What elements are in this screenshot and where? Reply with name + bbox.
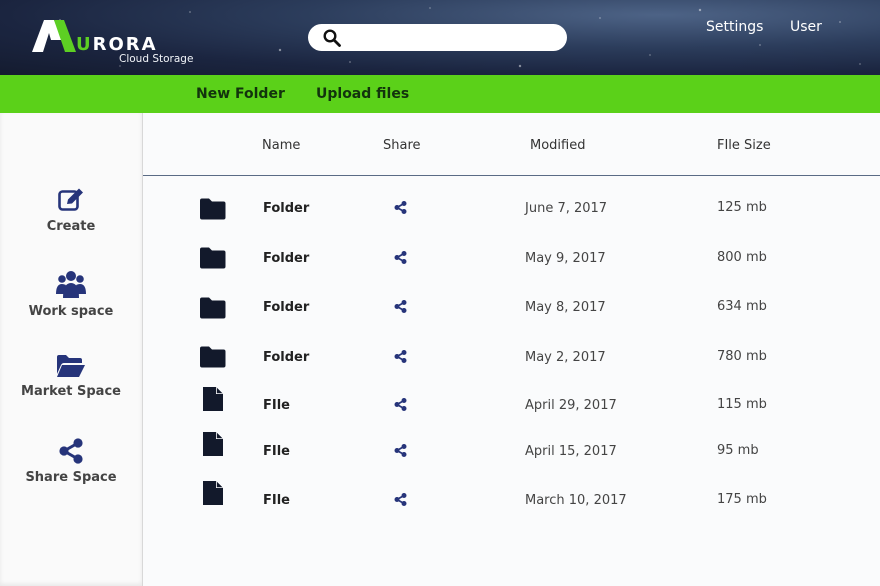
row-name: FIle	[263, 493, 290, 508]
row-size: 634 mb	[717, 299, 767, 314]
table-row[interactable]: Folder June 7, 2017 125 mb	[143, 189, 880, 229]
header-divider	[143, 175, 880, 176]
logo-wordmark: URORA	[76, 34, 158, 55]
edit-icon	[58, 188, 83, 211]
new-folder-button[interactable]: New Folder	[196, 86, 285, 102]
search-bar[interactable]	[308, 24, 567, 51]
table-row[interactable]: Folder May 2, 2017 780 mb	[143, 338, 880, 378]
app-header: URORA Cloud Storage Settings User	[0, 0, 880, 75]
users-icon	[56, 271, 86, 298]
share-icon[interactable]	[394, 444, 407, 457]
sidebar-item-share-space[interactable]: Share Space	[0, 438, 142, 485]
share-icon	[59, 438, 83, 464]
row-name: FIle	[263, 398, 290, 413]
search-icon[interactable]	[323, 29, 341, 47]
file-table: Name Share Modified FIle Size Folder Jun…	[143, 113, 880, 586]
folder-open-icon	[57, 355, 85, 377]
logo-subtitle: Cloud Storage	[119, 53, 194, 65]
folder-icon	[200, 346, 226, 368]
sidebar-item-market-space[interactable]: Market Space	[0, 354, 142, 399]
folder-icon	[200, 297, 226, 319]
table-row[interactable]: FIle March 10, 2017 175 mb	[143, 481, 880, 521]
sidebar-item-label: Market Space	[21, 384, 121, 399]
column-header-share[interactable]: Share	[383, 138, 421, 153]
row-size: 95 mb	[717, 443, 759, 458]
file-icon	[203, 481, 223, 505]
row-modified: April 29, 2017	[525, 398, 617, 413]
settings-link[interactable]: Settings	[706, 19, 763, 35]
aurora-logo[interactable]: URORA Cloud Storage	[30, 16, 200, 68]
share-icon[interactable]	[394, 350, 407, 363]
sidebar-item-label: Create	[46, 219, 96, 234]
share-icon[interactable]	[394, 201, 407, 214]
row-modified: March 10, 2017	[525, 493, 627, 508]
share-icon[interactable]	[394, 398, 407, 411]
share-icon[interactable]	[394, 300, 407, 313]
table-row[interactable]: FIle April 29, 2017 115 mb	[143, 386, 880, 426]
action-toolbar: New Folder Upload files	[0, 75, 880, 113]
sidebar: Create Work space Market Space Share Spa…	[0, 113, 143, 586]
sidebar-item-create[interactable]: Create	[0, 187, 142, 234]
table-row[interactable]: FIle April 15, 2017 95 mb	[143, 432, 880, 472]
file-icon	[203, 432, 223, 456]
row-modified: May 2, 2017	[525, 350, 606, 365]
row-modified: May 8, 2017	[525, 300, 606, 315]
row-size: 125 mb	[717, 200, 767, 215]
upload-files-button[interactable]: Upload files	[316, 86, 409, 102]
file-icon	[203, 387, 223, 411]
row-size: 115 mb	[717, 397, 767, 412]
row-name: Folder	[263, 201, 310, 216]
share-icon[interactable]	[394, 493, 407, 506]
row-name: Folder	[263, 300, 310, 315]
row-modified: May 9, 2017	[525, 251, 606, 266]
column-header-name[interactable]: Name	[262, 138, 300, 153]
row-size: 175 mb	[717, 492, 767, 507]
table-row[interactable]: Folder May 8, 2017 634 mb	[143, 288, 880, 328]
table-row[interactable]: Folder May 9, 2017 800 mb	[143, 239, 880, 279]
row-modified: June 7, 2017	[525, 201, 608, 216]
folder-icon	[200, 247, 226, 269]
sidebar-item-work-space[interactable]: Work space	[0, 270, 142, 319]
row-size: 800 mb	[717, 250, 767, 265]
folder-icon	[200, 198, 226, 220]
column-header-modified[interactable]: Modified	[530, 138, 585, 153]
column-header-size[interactable]: FIle Size	[717, 138, 771, 153]
aurora-logo-mark-icon	[32, 20, 76, 52]
row-name: Folder	[263, 350, 310, 365]
share-icon[interactable]	[394, 251, 407, 264]
row-size: 780 mb	[717, 349, 767, 364]
row-modified: April 15, 2017	[525, 444, 617, 459]
row-name: FIle	[263, 444, 290, 459]
user-link[interactable]: User	[790, 19, 822, 35]
sidebar-item-label: Share Space	[25, 470, 117, 485]
search-input[interactable]	[348, 27, 553, 48]
sidebar-item-label: Work space	[28, 304, 114, 319]
row-name: Folder	[263, 251, 310, 266]
